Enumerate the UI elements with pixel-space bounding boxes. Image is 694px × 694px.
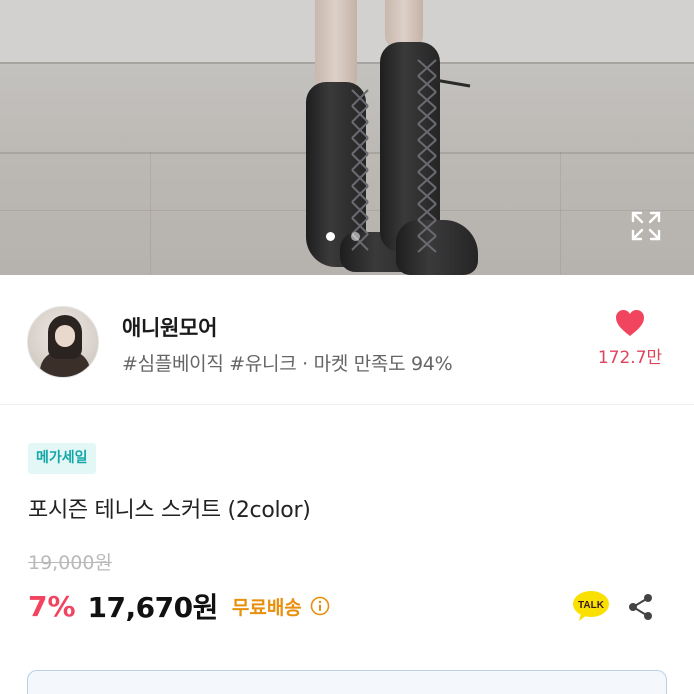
- price-row: 7% 17,670원 무료배송: [28, 586, 330, 626]
- carousel-dot[interactable]: [326, 232, 335, 241]
- avatar-figure: [55, 325, 75, 347]
- lace: [417, 59, 437, 77]
- carousel-indicator: [326, 232, 360, 241]
- share-icon[interactable]: [626, 592, 656, 622]
- lace: [417, 187, 437, 205]
- lace: [417, 139, 437, 157]
- seller-section: 애니원모어 #심플베이직 #유니크 · 마켓 만족도 94% 172.7만: [0, 275, 694, 405]
- lace: [417, 171, 437, 189]
- lace: [417, 155, 437, 173]
- lace: [417, 235, 437, 253]
- free-shipping-label: 무료배송: [231, 596, 302, 619]
- boot-laces: [351, 59, 471, 253]
- lace: [417, 91, 437, 109]
- coupon-box[interactable]: [27, 670, 667, 694]
- seller-tags: #심플베이직 #유니크 · 마켓 만족도 94%: [122, 353, 453, 375]
- seller-name[interactable]: 애니원모어: [122, 312, 217, 342]
- lace: [351, 89, 369, 107]
- info-icon[interactable]: [310, 596, 330, 616]
- product-image[interactable]: [0, 0, 694, 275]
- lace: [417, 75, 437, 93]
- lace: [351, 153, 369, 171]
- lace: [417, 203, 437, 221]
- leg-right: [385, 0, 423, 48]
- lace: [351, 185, 369, 203]
- lace: [351, 121, 369, 139]
- product-title: 포시즌 테니스 스커트 (2color): [28, 498, 311, 523]
- discount-rate: 7%: [28, 589, 76, 623]
- kakao-talk-label: TALK: [578, 600, 605, 611]
- like-count: 172.7만: [597, 348, 663, 368]
- expand-icon[interactable]: [630, 210, 662, 242]
- lace: [351, 201, 369, 219]
- lace: [417, 107, 437, 125]
- lace: [417, 219, 437, 237]
- sale-price: 17,670원: [87, 591, 219, 624]
- lace: [351, 169, 369, 187]
- avatar[interactable]: [27, 306, 99, 378]
- carousel-dot[interactable]: [351, 232, 360, 241]
- lace: [351, 105, 369, 123]
- sale-badge: 메가세일: [28, 443, 96, 474]
- original-price: 19,000원: [28, 552, 112, 574]
- lace: [417, 123, 437, 141]
- heart-icon: [616, 310, 644, 336]
- like-button[interactable]: 172.7만: [590, 309, 670, 368]
- lace: [351, 137, 369, 155]
- pavement-line: [150, 152, 151, 275]
- kakao-talk-icon[interactable]: TALK: [572, 590, 610, 622]
- pavement-line: [560, 152, 561, 275]
